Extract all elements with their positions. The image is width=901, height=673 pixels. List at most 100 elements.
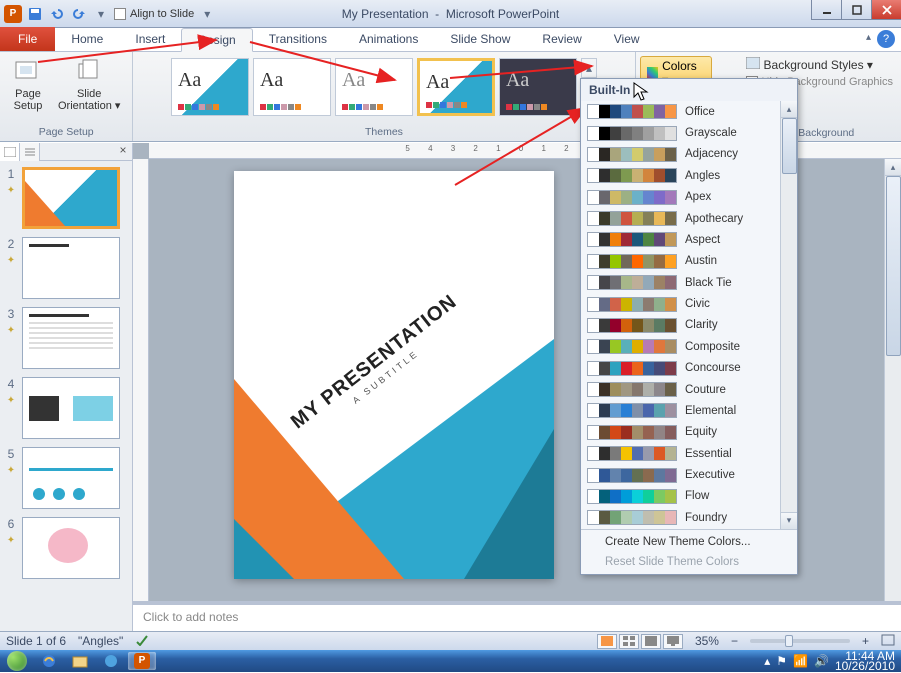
help-button[interactable]: ? [877, 30, 895, 48]
background-styles-button[interactable]: Background Styles ▾ [742, 56, 893, 73]
taskbar-explorer[interactable] [66, 652, 94, 670]
taskbar-powerpoint[interactable]: P [128, 652, 156, 670]
themes-up-icon[interactable]: ▴ [582, 59, 596, 78]
zoom-handle[interactable] [785, 635, 793, 647]
theme-thumb-0[interactable]: Aa [171, 58, 249, 116]
color-scheme-austin[interactable]: Austin [581, 251, 780, 272]
color-scheme-apex[interactable]: Apex [581, 187, 780, 208]
tab-transitions[interactable]: Transitions [253, 27, 343, 51]
tab-view[interactable]: View [598, 27, 656, 51]
theme-thumb-1[interactable]: Aa [253, 58, 331, 116]
align-checkbox[interactable] [114, 8, 126, 20]
color-scheme-office[interactable]: Office [581, 101, 780, 122]
theme-thumb-4[interactable]: Aa [499, 58, 577, 116]
slideshow-view-button[interactable] [663, 634, 683, 649]
spellcheck-icon[interactable] [135, 634, 149, 649]
thumbnail-2[interactable]: 2✦ [4, 237, 128, 299]
colors-scroll-up-icon[interactable]: ▴ [781, 101, 797, 118]
color-scheme-civic[interactable]: Civic [581, 293, 780, 314]
create-new-colors-item[interactable]: Create New Theme Colors... [581, 532, 797, 552]
tab-insert[interactable]: Insert [119, 27, 181, 51]
notes-pane[interactable]: Click to add notes [133, 601, 901, 631]
qat-dropdown-icon[interactable]: ▾ [198, 5, 216, 23]
doc-title: My Presentation [342, 7, 429, 21]
color-scheme-flow[interactable]: Flow [581, 486, 780, 507]
color-scheme-label: Elemental [685, 405, 736, 417]
tab-design[interactable]: Design [181, 28, 252, 52]
minimize-button[interactable] [811, 0, 841, 20]
scroll-thumb[interactable] [886, 176, 901, 356]
reading-view-button[interactable] [641, 634, 661, 649]
color-scheme-aspect[interactable]: Aspect [581, 229, 780, 250]
color-scheme-clarity[interactable]: Clarity [581, 315, 780, 336]
color-scheme-label: Couture [685, 384, 726, 396]
qat-more-icon[interactable]: ▾ [92, 5, 110, 23]
outline-tab[interactable] [20, 143, 40, 161]
taskbar-app[interactable] [97, 652, 125, 670]
slide-canvas[interactable]: MY PRESENTATION A SUBTITLE [234, 171, 554, 579]
slide-orientation-button[interactable]: Slide Orientation ▾ [54, 56, 124, 114]
thumbnail-5[interactable]: 5✦ [4, 447, 128, 509]
tray-network-icon[interactable]: 📶 [793, 654, 808, 668]
theme-thumb-3[interactable]: Aa [417, 58, 495, 116]
zoom-in-button[interactable]: + [862, 634, 869, 648]
thumbnail-1[interactable]: 1✦ [4, 167, 128, 229]
color-scheme-adjacency[interactable]: Adjacency [581, 144, 780, 165]
app-icon[interactable]: P [4, 5, 22, 23]
color-scheme-grayscale[interactable]: Grayscale [581, 122, 780, 143]
color-scheme-black-tie[interactable]: Black Tie [581, 272, 780, 293]
tray-up-icon[interactable]: ▴ [764, 654, 770, 668]
redo-icon[interactable] [70, 5, 88, 23]
tray-volume-icon[interactable]: 🔊 [814, 654, 829, 668]
tray-clock[interactable]: 11:44 AM 10/26/2010 [835, 651, 895, 671]
fit-to-window-button[interactable] [881, 634, 895, 649]
maximize-button[interactable] [841, 0, 871, 20]
file-tab[interactable]: File [0, 27, 55, 51]
tray-flag-icon[interactable]: ⚑ [776, 654, 787, 668]
save-icon[interactable] [26, 5, 44, 23]
title-bar: P ▾ Align to Slide ▾ My Presentation - M… [0, 0, 901, 28]
normal-view-button[interactable] [597, 634, 617, 649]
color-scheme-label: Grayscale [685, 127, 737, 139]
start-button[interactable] [2, 650, 32, 672]
color-scheme-composite[interactable]: Composite [581, 336, 780, 357]
themes-gallery: AaAaAaAaAa▴▾▾ [171, 56, 597, 118]
tab-review[interactable]: Review [526, 27, 597, 51]
zoom-percent[interactable]: 35% [695, 634, 719, 648]
color-scheme-angles[interactable]: Angles [581, 165, 780, 186]
color-scheme-elemental[interactable]: Elemental [581, 400, 780, 421]
slides-tab[interactable] [0, 143, 20, 161]
color-scheme-foundry[interactable]: Foundry [581, 507, 780, 528]
thumb-star-icon: ✦ [7, 185, 15, 196]
theme-thumb-2[interactable]: Aa [335, 58, 413, 116]
undo-icon[interactable] [48, 5, 66, 23]
tab-home[interactable]: Home [55, 27, 119, 51]
page-setup-button[interactable]: Page Setup [8, 56, 48, 114]
thumbnail-6[interactable]: 6✦ [4, 517, 128, 579]
thumbnails-close-icon[interactable]: × [114, 143, 132, 160]
sorter-view-button[interactable] [619, 634, 639, 649]
color-scheme-essential[interactable]: Essential [581, 443, 780, 464]
zoom-out-button[interactable]: − [731, 634, 738, 648]
colors-scroll-down-icon[interactable]: ▾ [781, 512, 797, 529]
thumbnail-4[interactable]: 4✦ [4, 377, 128, 439]
tab-slide-show[interactable]: Slide Show [434, 27, 526, 51]
color-scheme-label: Civic [685, 298, 710, 310]
color-scheme-couture[interactable]: Couture [581, 379, 780, 400]
color-scheme-concourse[interactable]: Concourse [581, 358, 780, 379]
colors-scrollbar[interactable]: ▴ ▾ [780, 101, 797, 529]
color-scheme-executive[interactable]: Executive [581, 464, 780, 485]
ribbon-minimize-icon[interactable]: ▴ [866, 32, 871, 43]
color-scheme-equity[interactable]: Equity [581, 422, 780, 443]
color-scheme-apothecary[interactable]: Apothecary [581, 208, 780, 229]
colors-scroll-thumb[interactable] [782, 118, 797, 174]
taskbar-ie[interactable] [35, 652, 63, 670]
scroll-up-icon[interactable]: ▴ [885, 159, 901, 176]
zoom-slider[interactable] [750, 639, 850, 643]
color-strip [587, 126, 677, 141]
vertical-scrollbar[interactable]: ▴ [884, 159, 901, 631]
close-button[interactable] [871, 0, 901, 20]
tab-animations[interactable]: Animations [343, 27, 434, 51]
thumb-image [22, 307, 120, 369]
thumbnail-3[interactable]: 3✦ [4, 307, 128, 369]
